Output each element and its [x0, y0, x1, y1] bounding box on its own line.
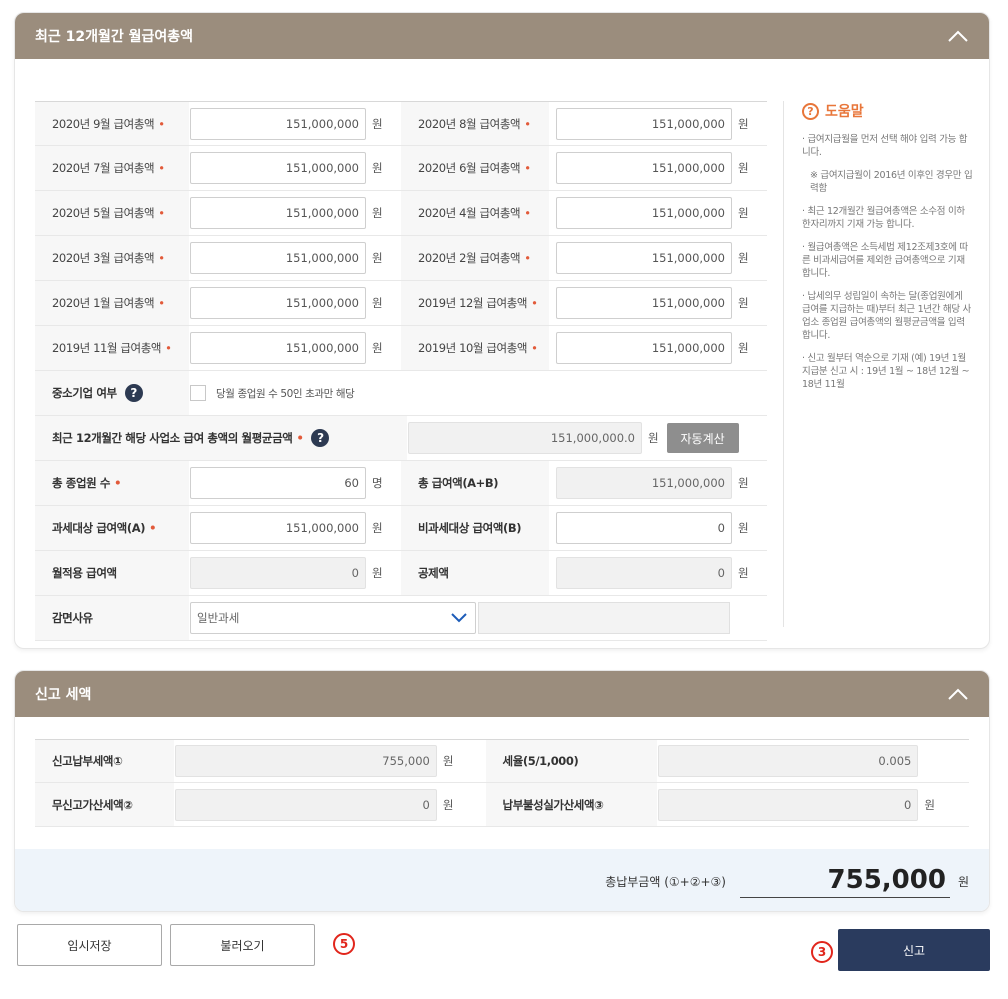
deduction-label: 공제액	[401, 551, 549, 595]
chevron-up-icon[interactable]	[947, 29, 969, 43]
avg-label: 최근 12개월간 해당 사업소 급여 총액의 월평균금액 • ?	[35, 416, 407, 460]
month-label: 2019년 12월 급여총액 •	[401, 281, 549, 325]
total-bar: 총납부금액 (①+②+③) 755,000 원	[15, 849, 989, 911]
rate-label: 세율(5/1,000)	[485, 740, 658, 782]
rate-field: 0.005	[658, 745, 919, 777]
salary-month-row: 2020년 9월 급여총액 • 151,000,000 원 2020년 8월 급여총액 •…	[35, 101, 767, 146]
nontaxable-input[interactable]: 0	[556, 512, 732, 544]
help-item: · 월급여총액은 소득세법 제12조제3호에 따른 비과세급여를 제외한 급여총…	[802, 242, 968, 279]
month-label: 2020년 5월 급여총액 •	[35, 191, 189, 235]
monthly-field: 0	[190, 557, 366, 589]
reduction-selected: 일반과세	[197, 611, 240, 625]
month-salary-input[interactable]: 151,000,000	[556, 152, 732, 184]
tax-panel: 신고 세액 신고납부세액① 755,000 원 세율(5/1,000) 0.005…	[14, 670, 990, 912]
month-label: 2020년 1월 급여총액 •	[35, 281, 189, 325]
no-report-label: 무신고가산세액②	[35, 783, 174, 826]
month-label: 2020년 7월 급여총액 •	[35, 146, 189, 190]
month-label: 2020년 3월 급여총액 •	[35, 236, 189, 280]
reduction-label: 감면사유	[35, 596, 189, 640]
help-list: · 급여지급월을 먼저 선택 해야 입력 가능 합니다. ※ 급여지급월이 201…	[802, 133, 973, 391]
salary-panel: 최근 12개월간 월급여총액 2020년 9월 급여총액 • 151,000,000…	[14, 12, 990, 649]
tax-row: 신고납부세액① 755,000 원 세율(5/1,000) 0.005	[35, 739, 969, 783]
taxable-row: 과세대상 급여액(A) • 151,000,000 원 비과세대상 급여액(B) 0…	[35, 506, 767, 551]
total-amount: 755,000	[739, 865, 950, 898]
salary-panel-title: 최근 12개월간 월급여총액	[35, 29, 194, 45]
chevron-down-icon	[451, 613, 467, 623]
taxable-label: 과세대상 급여액(A) •	[35, 506, 189, 550]
sme-checkbox[interactable]	[190, 385, 206, 401]
help-item: ※ 급여지급월이 2016년 이후인 경우만 입력함	[810, 170, 973, 194]
avg-row: 최근 12개월간 해당 사업소 급여 총액의 월평균금액 • ? 151,000,…	[35, 416, 767, 461]
total-pay-label: 총 급여액(A+B)	[401, 461, 549, 505]
salary-month-row: 2020년 3월 급여총액 • 151,000,000 원 2020년 2월 급여총액 •…	[35, 236, 767, 281]
salary-grid: 2020년 9월 급여총액 • 151,000,000 원 2020년 8월 급여총액 •…	[35, 101, 767, 641]
salary-month-row: 2020년 7월 급여총액 • 151,000,000 원 2020년 6월 급여총액 •…	[35, 146, 767, 191]
monthly-row: 월적용 급여액 0원 공제액 0원	[35, 551, 767, 596]
reduction-select[interactable]: 일반과세	[190, 602, 476, 634]
month-salary-input[interactable]: 151,000,000	[556, 287, 732, 319]
month-salary-input[interactable]: 151,000,000	[190, 287, 366, 319]
employees-row: 총 종업원 수 • 60 명 총 급여액(A+B) 151,000,000 원	[35, 461, 767, 506]
month-salary-input[interactable]: 151,000,000	[190, 152, 366, 184]
month-salary-input[interactable]: 151,000,000	[556, 242, 732, 274]
month-label: 2020년 4월 급여총액 •	[401, 191, 549, 235]
reduction-extra-field	[478, 602, 730, 634]
temp-save-button[interactable]: 임시저장	[17, 924, 162, 966]
month-salary-input[interactable]: 151,000,000	[190, 107, 366, 140]
help-item: · 납세의무 성립일이 속하는 달(종업원에게 급여를 지급하는 때)부터 최근…	[802, 291, 971, 341]
month-label: 2020년 2월 급여총액 •	[401, 236, 549, 280]
help-box: ? 도움말 · 급여지급월을 먼저 선택 해야 입력 가능 합니다. ※ 급여지급…	[783, 101, 973, 627]
auto-calc-button[interactable]: 자동계산	[666, 423, 739, 453]
reduction-row: 감면사유 일반과세	[35, 596, 767, 641]
month-salary-input[interactable]: 151,000,000	[556, 332, 732, 364]
tax-grid: 신고납부세액① 755,000 원 세율(5/1,000) 0.005 무신고가산…	[35, 739, 969, 827]
tax-panel-header[interactable]: 신고 세액	[15, 671, 989, 717]
month-salary-input[interactable]: 151,000,000	[556, 107, 732, 140]
employees-label: 총 종업원 수 •	[35, 461, 189, 505]
step-marker-3: 3	[811, 941, 833, 963]
report-tax-field: 755,000	[174, 745, 437, 777]
sme-checkbox-label: 당월 종업원 수 50인 초과만 해당	[216, 387, 355, 400]
total-label: 총납부금액 (①+②+③)	[605, 874, 726, 889]
chevron-up-icon[interactable]	[947, 687, 969, 701]
help-icon[interactable]: ?	[124, 384, 143, 402]
help-circle-icon: ?	[802, 102, 819, 120]
month-label: 2020년 9월 급여총액 •	[35, 102, 189, 145]
month-label: 2020년 6월 급여총액 •	[401, 146, 549, 190]
help-icon[interactable]: ?	[311, 429, 330, 447]
submit-button[interactable]: 신고	[838, 929, 990, 971]
month-salary-input[interactable]: 151,000,000	[190, 242, 366, 274]
month-label: 2020년 8월 급여총액 •	[401, 102, 549, 145]
unpaid-field: 0	[658, 788, 919, 821]
sme-row: 중소기업 여부 ? 당월 종업원 수 50인 초과만 해당	[35, 371, 767, 416]
tax-panel-title: 신고 세액	[35, 687, 92, 703]
avg-amount-field: 151,000,000.0	[408, 422, 642, 454]
help-title: ? 도움말	[802, 101, 973, 121]
total-pay-field: 151,000,000	[556, 467, 732, 499]
step-marker-5: 5	[333, 933, 355, 955]
salary-month-row: 2019년 11월 급여총액 • 151,000,000 원 2019년 10월 급여총…	[35, 326, 767, 371]
deduction-field: 0	[556, 557, 732, 589]
month-salary-input[interactable]: 151,000,000	[556, 197, 732, 229]
month-label: 2019년 10월 급여총액 •	[401, 326, 549, 370]
unpaid-label: 납부불성실가산세액③	[485, 783, 658, 826]
month-label: 2019년 11월 급여총액 •	[35, 326, 189, 370]
report-tax-label: 신고납부세액①	[35, 740, 174, 782]
salary-month-row: 2020년 5월 급여총액 • 151,000,000 원 2020년 4월 급여총액 •…	[35, 191, 767, 236]
sme-label: 중소기업 여부 ?	[35, 371, 189, 415]
tax-row: 무신고가산세액② 0원 납부불성실가산세액③ 0원	[35, 783, 969, 827]
monthly-label: 월적용 급여액	[35, 551, 189, 595]
help-item: · 신고 월부터 역순으로 기재 (예) 19년 1월 지급분 신고 시 : 1…	[802, 353, 970, 390]
help-item: · 급여지급월을 먼저 선택 해야 입력 가능 합니다.	[802, 134, 968, 158]
salary-panel-header[interactable]: 최근 12개월간 월급여총액	[15, 13, 989, 59]
month-salary-input[interactable]: 151,000,000	[190, 332, 366, 364]
help-item: · 최근 12개월간 월급여총액은 소수점 이하 한자리까지 기재 가능 합니다…	[802, 206, 965, 230]
no-report-field: 0	[174, 788, 437, 821]
taxable-input[interactable]: 151,000,000	[190, 512, 366, 544]
employees-input[interactable]: 60	[190, 467, 366, 499]
month-salary-input[interactable]: 151,000,000	[190, 197, 366, 229]
nontaxable-label: 비과세대상 급여액(B)	[401, 506, 549, 550]
load-button[interactable]: 불러오기	[170, 924, 315, 966]
salary-month-row: 2020년 1월 급여총액 • 151,000,000 원 2019년 12월 급여총액…	[35, 281, 767, 326]
